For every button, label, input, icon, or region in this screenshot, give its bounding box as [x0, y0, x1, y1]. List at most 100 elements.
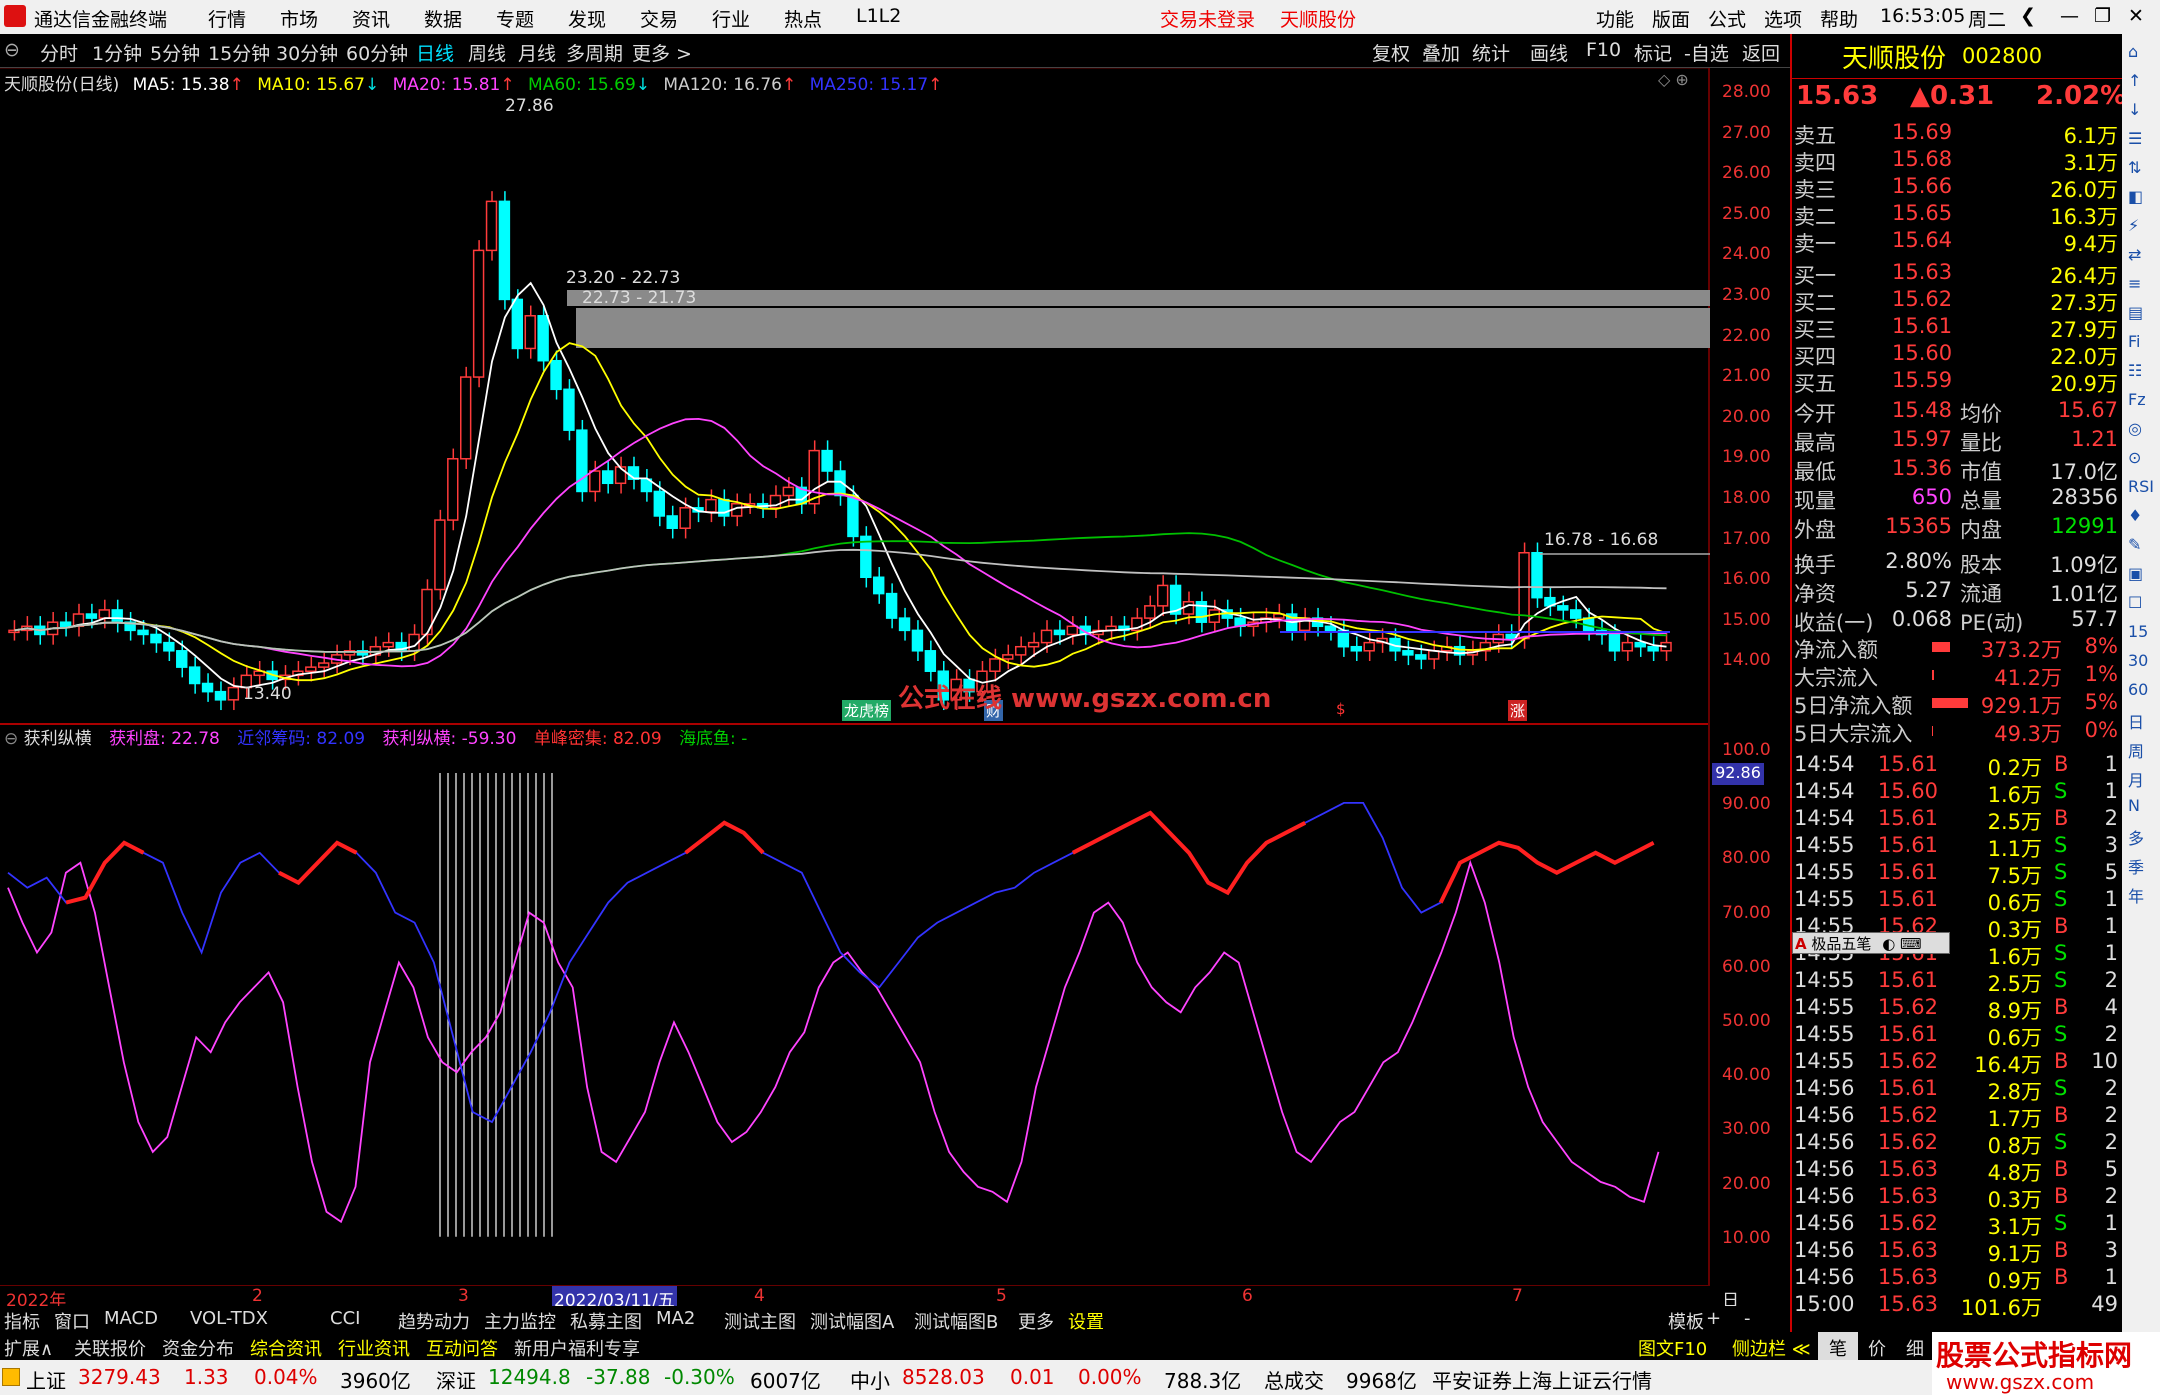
period-multi[interactable]: 多周期 — [566, 39, 623, 66]
side-tool-icon[interactable]: ✎ — [2128, 535, 2141, 554]
tab-f10-graphic[interactable]: 图文F10 — [1638, 1335, 1707, 1361]
info-tab[interactable]: 新用户福利专享 — [514, 1335, 640, 1361]
indicator-tab[interactable]: MACD — [104, 1308, 158, 1329]
idx-zx-label[interactable]: 中小 — [850, 1365, 890, 1394]
marker-limit-up[interactable]: 涨 — [1508, 700, 1528, 721]
side-tool-icon[interactable]: 季 — [2128, 854, 2144, 878]
side-tool-icon[interactable]: ⇄ — [2128, 245, 2141, 264]
tab-sidebar[interactable]: 侧边栏 ≪ — [1732, 1335, 1811, 1361]
info-tab[interactable]: 扩展∧ — [4, 1335, 53, 1361]
period-5min[interactable]: 5分钟 — [150, 39, 200, 66]
ask-row[interactable]: 卖四 15.68 3.1万 — [1792, 147, 2122, 175]
side-tool-icon[interactable]: 日 — [2128, 709, 2144, 733]
indicator-tab[interactable]: 测试幅图B — [914, 1308, 998, 1334]
menu-item-hot[interactable]: 热点 — [784, 5, 822, 32]
trade-login-status[interactable]: 交易未登录 — [1160, 5, 1255, 32]
side-tool-icon[interactable]: Fi — [2128, 332, 2140, 351]
indicator-tab[interactable]: 指标 — [4, 1308, 40, 1334]
tool-adjust[interactable]: 复权 — [1372, 39, 1410, 66]
indicator-tab[interactable]: - — [1744, 1308, 1751, 1329]
bid-row[interactable]: 买五 15.59 20.9万 — [1792, 368, 2122, 396]
ime-popup[interactable]: A 极品五笔 ◐ ⌨ — [1792, 932, 1950, 954]
side-tool-icon[interactable]: ☷ — [2128, 361, 2142, 380]
tab-pen[interactable]: 笔 — [1818, 1332, 1858, 1360]
indicator-tab[interactable]: 测试主图 — [724, 1308, 796, 1334]
tab-price[interactable]: 价 — [1868, 1335, 1886, 1361]
side-tool-icon[interactable]: RSI — [2128, 477, 2154, 496]
info-tab[interactable]: 互动问答 — [426, 1335, 498, 1361]
collapse-icon[interactable]: ⊖ — [4, 39, 20, 61]
menu-function[interactable]: 功能 — [1596, 5, 1634, 32]
ask-row[interactable]: 卖二 15.65 16.3万 — [1792, 201, 2122, 229]
ask-row[interactable]: 卖五 15.69 6.1万 — [1792, 120, 2122, 148]
indicator-tab[interactable]: + — [1706, 1308, 1721, 1329]
side-tool-icon[interactable]: ☐ — [2128, 593, 2142, 612]
period-15min[interactable]: 15分钟 — [208, 39, 270, 66]
tool-watchlist[interactable]: -自选 — [1684, 39, 1729, 66]
indicator-tab[interactable]: CCI — [330, 1308, 360, 1329]
indicator-tab[interactable]: 更多 — [1018, 1308, 1054, 1334]
period-daily[interactable]: 日线 — [416, 39, 454, 66]
menu-item-news[interactable]: 资讯 — [352, 5, 390, 32]
side-tool-icon[interactable]: 15 — [2128, 622, 2148, 641]
bid-row[interactable]: 买三 15.61 27.9万 — [1792, 314, 2122, 342]
indicator-tab[interactable]: VOL-TDX — [190, 1308, 268, 1329]
side-tool-icon[interactable]: 月 — [2128, 767, 2144, 791]
tool-draw[interactable]: 画线 — [1530, 39, 1568, 66]
menu-item-industry[interactable]: 行业 — [712, 5, 750, 32]
idx-sz-label[interactable]: 深证 — [436, 1365, 476, 1394]
side-tool-icon[interactable]: ▤ — [2128, 303, 2143, 322]
side-tool-icon[interactable]: 60 — [2128, 680, 2148, 699]
side-tool-icon[interactable]: 多 — [2128, 825, 2144, 849]
period-intraday[interactable]: 分时 — [40, 39, 78, 66]
diamond-icon[interactable]: ◇ ⊕ — [1658, 70, 1689, 89]
tool-stats[interactable]: 统计 — [1472, 39, 1510, 66]
ask-row[interactable]: 卖三 15.66 26.0万 — [1792, 174, 2122, 202]
minimize-icon[interactable]: — — [2060, 5, 2079, 27]
menu-help[interactable]: 帮助 — [1820, 5, 1858, 32]
bid-row[interactable]: 买四 15.60 22.0万 — [1792, 341, 2122, 369]
side-tool-icon[interactable]: 年 — [2128, 883, 2144, 907]
period-30min[interactable]: 30分钟 — [276, 39, 338, 66]
status-icon[interactable] — [2, 1368, 20, 1386]
menu-options[interactable]: 选项 — [1764, 5, 1802, 32]
close-icon[interactable]: ✕ — [2128, 5, 2144, 27]
period-1min[interactable]: 1分钟 — [92, 39, 142, 66]
indicator-tab[interactable]: 模板 — [1668, 1308, 1704, 1334]
menu-item-market[interactable]: 市场 — [280, 5, 318, 32]
info-tab[interactable]: 行业资讯 — [338, 1335, 410, 1361]
side-tool-icon[interactable]: ⌂ — [2128, 42, 2138, 61]
ask-row[interactable]: 卖一 15.64 9.4万 — [1792, 228, 2122, 256]
indicator-chart[interactable] — [0, 723, 1710, 1285]
menu-layout[interactable]: 版面 — [1652, 5, 1690, 32]
info-tab[interactable]: 资金分布 — [162, 1335, 234, 1361]
tool-f10[interactable]: F10 — [1586, 39, 1621, 61]
tool-overlay[interactable]: 叠加 — [1422, 39, 1460, 66]
info-tab[interactable]: 综合资讯 — [250, 1335, 322, 1361]
tool-back[interactable]: 返回 — [1742, 39, 1780, 66]
side-tool-icon[interactable]: ♦ — [2128, 506, 2142, 525]
indicator-tab[interactable]: 设置 — [1068, 1308, 1104, 1334]
bid-row[interactable]: 买一 15.63 26.4万 — [1792, 260, 2122, 288]
indicator-tab[interactable]: 趋势动力 — [398, 1308, 470, 1334]
period-more[interactable]: 更多 > — [632, 39, 692, 66]
menu-item-topics[interactable]: 专题 — [496, 5, 534, 32]
marker-dragon-tiger[interactable]: 龙虎榜 — [842, 700, 892, 721]
restore-icon[interactable]: ❐ — [2094, 5, 2111, 27]
info-tab[interactable]: 关联报价 — [74, 1335, 146, 1361]
side-tool-icon[interactable]: ≡ — [2128, 274, 2141, 293]
menu-item-l1l2[interactable]: L1L2 — [856, 5, 901, 27]
period-monthly[interactable]: 月线 — [518, 39, 556, 66]
menu-formula[interactable]: 公式 — [1708, 5, 1746, 32]
indicator-tab[interactable]: 窗口 — [54, 1308, 90, 1334]
side-tool-icon[interactable]: ◎ — [2128, 419, 2142, 438]
collapse-ind-icon[interactable]: ⊖ — [4, 729, 18, 749]
back-icon[interactable]: ❮ — [2020, 5, 2036, 27]
side-tool-icon[interactable]: ☰ — [2128, 129, 2142, 148]
tool-mark[interactable]: 标记 — [1634, 39, 1672, 66]
menu-item-data[interactable]: 数据 — [424, 5, 462, 32]
marker-dollar[interactable]: $ — [1336, 700, 1346, 718]
side-tool-icon[interactable]: ⊙ — [2128, 448, 2141, 467]
side-tool-icon[interactable]: N — [2128, 796, 2140, 815]
candlestick-chart[interactable] — [0, 68, 1710, 723]
